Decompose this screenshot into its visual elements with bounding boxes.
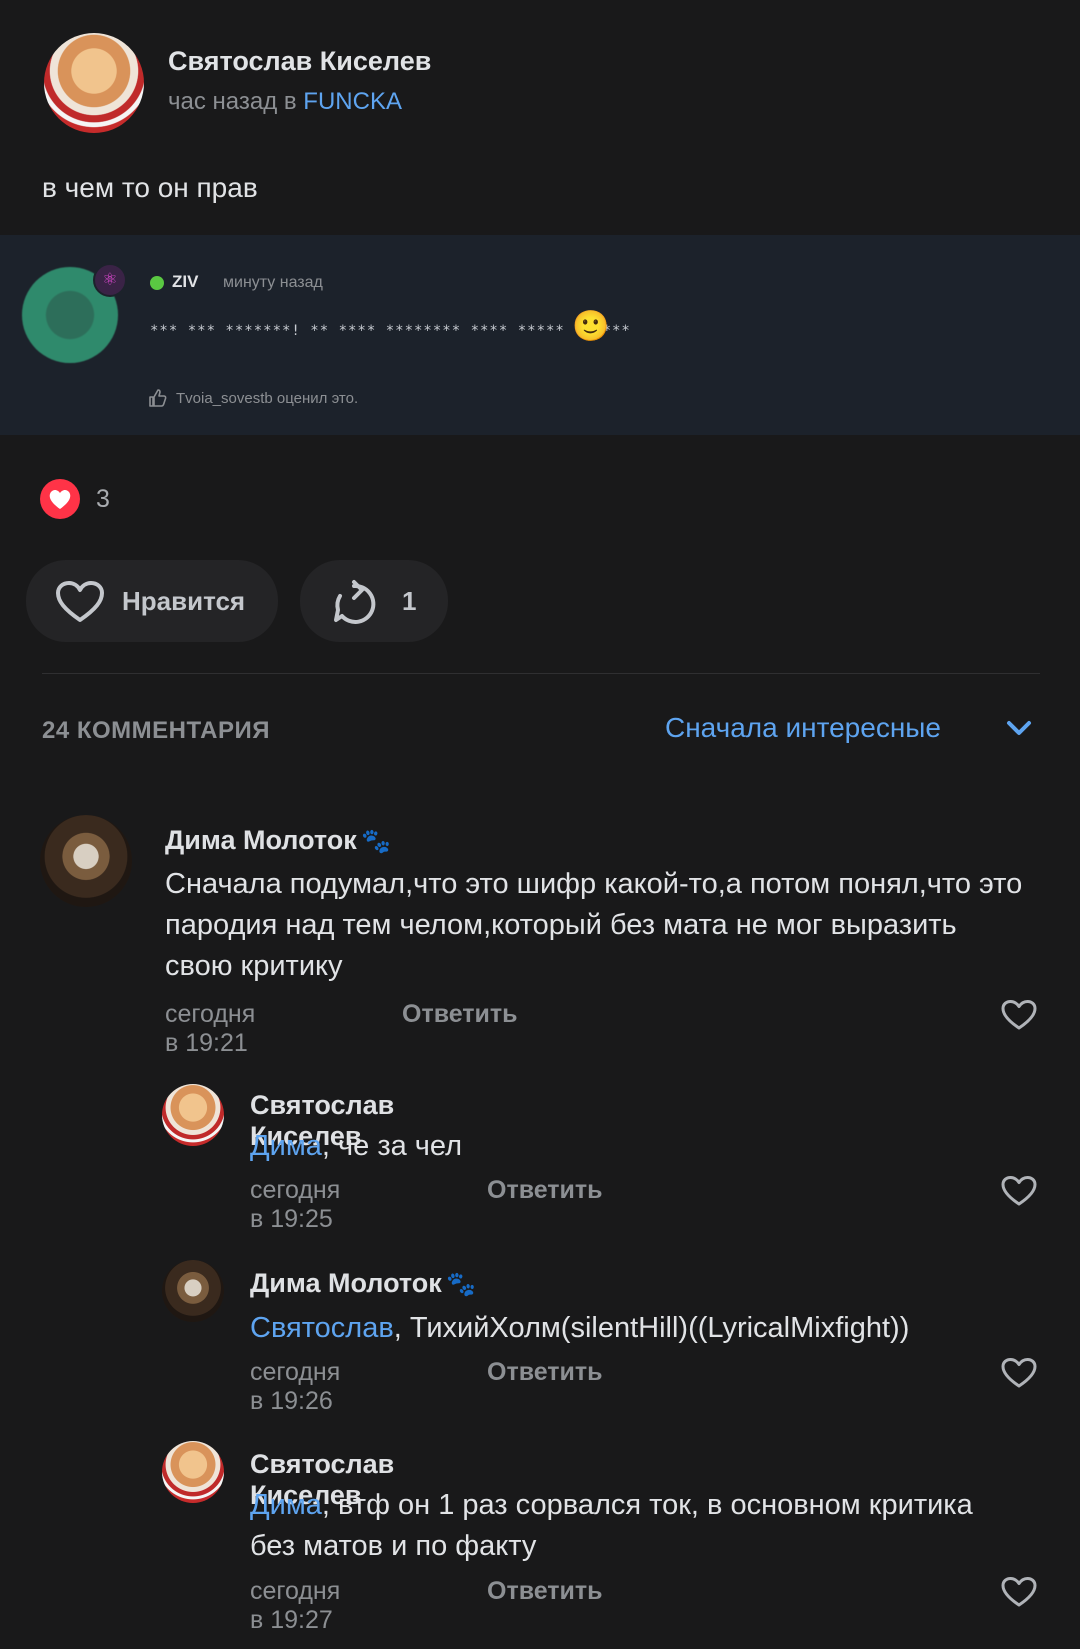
comment-time: сегодня в 19:25 [250, 1176, 341, 1233]
commenter-name[interactable]: Дима Молоток [250, 1268, 442, 1298]
sort-dropdown[interactable]: Сначала интересные [665, 712, 941, 744]
reply-button[interactable]: Ответить [487, 1577, 603, 1606]
comment-body: , втф он 1 раз сорвался ток, в основном … [250, 1489, 973, 1562]
share-button[interactable]: 1 [300, 560, 448, 642]
sort-label: Сначала интересные [665, 712, 941, 743]
online-status-icon [150, 276, 164, 290]
thumbs-up-icon [149, 389, 167, 407]
like-button-label: Нравится [122, 586, 246, 616]
mention-link[interactable]: Святослав [250, 1312, 394, 1344]
paw-icon: 🐾 [446, 1271, 477, 1298]
comment-text: Святослав, ТихийХолм(silentHill)((Lyrica… [250, 1308, 909, 1349]
ziv-name: ZIV [172, 272, 199, 291]
commenter-avatar[interactable] [162, 1441, 224, 1503]
paw-icon: 🐾 [361, 828, 392, 855]
commenter-name[interactable]: Дима Молоток [165, 825, 357, 855]
commenter-avatar[interactable] [162, 1084, 224, 1146]
commenter-avatar[interactable] [162, 1260, 224, 1322]
post-author-avatar[interactable] [44, 33, 144, 133]
comment-time: сегодня в 19:27 [250, 1577, 341, 1634]
heart-filled-icon [40, 479, 80, 519]
post-author-name[interactable]: Святослав Киселев [168, 46, 431, 77]
comment-like-icon[interactable] [1000, 999, 1038, 1031]
reply-button[interactable]: Ответить [402, 1000, 518, 1029]
post-time: час назад в [168, 88, 297, 115]
comment-text: Сначала подумал,что это шифр какой-то,а … [165, 868, 1023, 982]
share-icon [334, 580, 376, 624]
comment-text: Дима, втф он 1 раз сорвался ток, в основ… [250, 1485, 1010, 1567]
chevron-down-icon[interactable] [1005, 718, 1033, 738]
mention-link[interactable]: Дима [250, 1489, 322, 1521]
divider [42, 673, 1040, 674]
atom-badge-icon: ⚛ [93, 263, 127, 297]
post-group-link[interactable]: FUNCKA [303, 88, 402, 115]
comment-body: , ТихийХолм(silentHill)((LyricalMixfight… [393, 1312, 910, 1344]
reply-button[interactable]: Ответить [487, 1358, 603, 1387]
heart-outline-icon [56, 581, 104, 622]
comments-count: 24 КОММЕНТАРИЯ [42, 717, 270, 744]
comment-time: сегодня в 19:26 [250, 1358, 341, 1415]
comment-header: Дима Молоток 🐾 [250, 1268, 476, 1299]
comment-text: Дима, че за чел [250, 1126, 462, 1167]
commenter-avatar[interactable] [40, 815, 132, 907]
comment-like-icon[interactable] [1000, 1576, 1038, 1608]
embedded-screenshot[interactable]: ⚛ ZIV минуту назад *** *** *******! ** *… [0, 235, 1080, 435]
ziv-time: минуту назад [223, 274, 323, 291]
reaction-count: 3 [96, 485, 110, 513]
comment-header: Дима Молоток 🐾 [165, 825, 391, 856]
smile-emoji-icon: 🙂 [572, 310, 610, 343]
post-meta: час назад в FUNCKA [168, 88, 402, 116]
share-count: 1 [402, 586, 417, 616]
like-button[interactable]: Нравится [26, 560, 278, 642]
comment-like-icon[interactable] [1000, 1357, 1038, 1389]
mention-link[interactable]: Дима [250, 1130, 322, 1162]
reply-button[interactable]: Ответить [487, 1176, 603, 1205]
ziv-liked-by: Tvoia_sovestb оценил это. [176, 390, 359, 407]
comment-body: , че за чел [321, 1130, 462, 1162]
comment-like-icon[interactable] [1000, 1175, 1038, 1207]
ziv-censored-text: *** *** *******! ** **** ******** **** *… [150, 323, 631, 339]
comment-time: сегодня в 19:21 [165, 1000, 256, 1057]
post-text: в чем то он прав [42, 172, 258, 203]
